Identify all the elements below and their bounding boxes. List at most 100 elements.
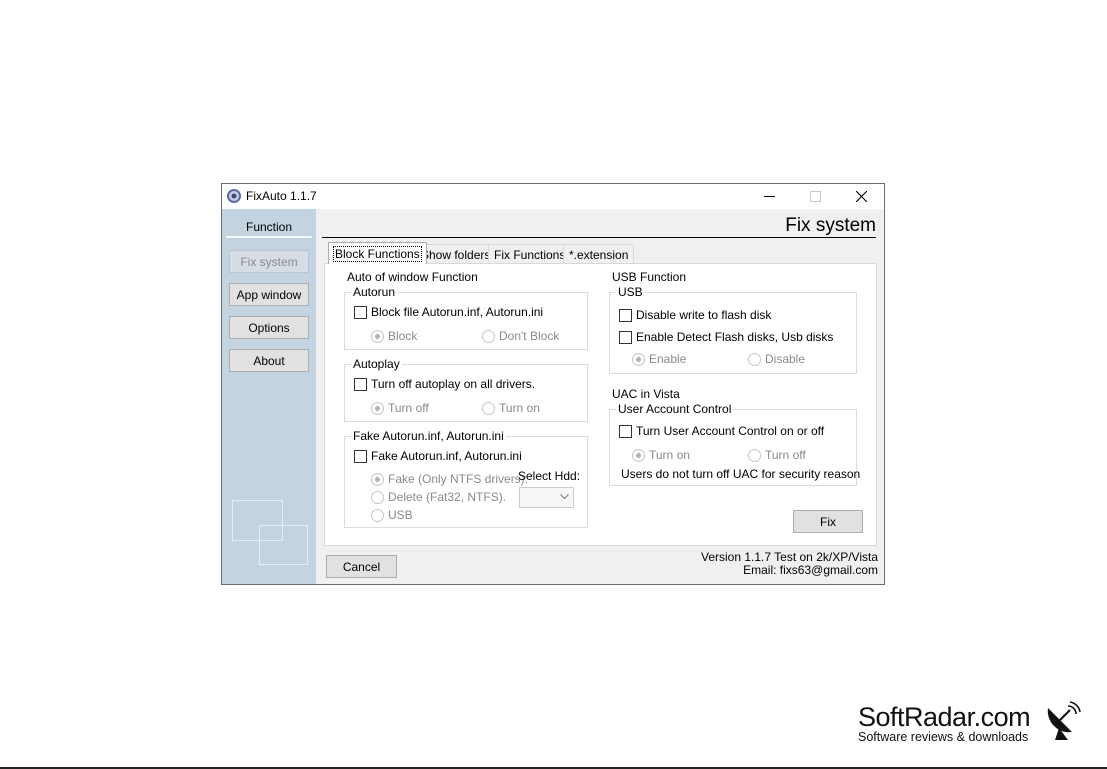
radio-label: Turn on bbox=[649, 448, 690, 462]
options-button[interactable]: Options bbox=[229, 316, 309, 339]
autorun-group: Autorun Block file Autorun.inf, Autorun.… bbox=[344, 285, 588, 350]
maximize-button[interactable] bbox=[792, 184, 838, 209]
checkbox-box bbox=[354, 377, 367, 391]
radio-dot bbox=[371, 329, 384, 343]
fix-system-button[interactable]: Fix system bbox=[229, 250, 309, 273]
radio-label: Fake (Only NTFS drivers). bbox=[388, 472, 529, 486]
softradar-watermark: SoftRadar.com Software reviews & downloa… bbox=[858, 702, 1031, 744]
checkbox-box bbox=[619, 330, 632, 344]
checkbox-label: Block file Autorun.inf, Autorun.ini bbox=[371, 305, 544, 319]
radio-label: Block bbox=[388, 329, 418, 343]
tab-label: Block Functions bbox=[333, 245, 422, 262]
minimize-icon bbox=[763, 196, 775, 197]
radio-dot bbox=[371, 490, 384, 504]
radio-label: Enable bbox=[649, 352, 687, 366]
radio-usb[interactable]: USB bbox=[371, 508, 413, 522]
window-title: FixAuto 1.1.7 bbox=[246, 189, 317, 203]
radio-block[interactable]: Block bbox=[371, 329, 417, 343]
tab-extension[interactable]: *.extension bbox=[563, 244, 635, 264]
section-title-usb: USB Function bbox=[612, 270, 687, 284]
uac-group: User Account Control Turn User Account C… bbox=[609, 402, 861, 486]
group-legend: Fake Autorun.inf, Autorun.ini bbox=[351, 429, 506, 443]
radio-enable[interactable]: Enable bbox=[632, 352, 686, 366]
title-divider bbox=[322, 237, 876, 238]
email-line: Email: fixs63@gmail.com bbox=[743, 563, 878, 577]
sidebar-divider bbox=[226, 236, 312, 238]
autorun-checkbox[interactable]: Block file Autorun.inf, Autorun.ini bbox=[354, 305, 543, 319]
radio-turn-off[interactable]: Turn off bbox=[371, 401, 429, 415]
uac-note: Users do not turn off UAC for security r… bbox=[621, 467, 861, 481]
tab-label: Fix Functions bbox=[494, 247, 566, 262]
checkbox-label: Turn off autoplay on all drivers. bbox=[371, 377, 536, 391]
app-window: FixAuto 1.1.7 Function Fix system App wi… bbox=[221, 183, 885, 585]
radio-dot bbox=[482, 401, 495, 415]
title-bar[interactable]: FixAuto 1.1.7 bbox=[222, 184, 884, 209]
radio-uac-turn-off[interactable]: Turn off bbox=[748, 448, 806, 462]
group-legend: Autorun bbox=[351, 285, 398, 299]
watermark-name: SoftRadar.com bbox=[858, 702, 1031, 732]
detect-flash-checkbox[interactable]: Enable Detect Flash disks, Usb disks bbox=[619, 330, 833, 344]
section-title-auto: Auto of window Function bbox=[347, 270, 478, 284]
block-functions-panel: Auto of window Function Autorun Block fi… bbox=[324, 263, 877, 546]
uac-checkbox[interactable]: Turn User Account Control on or off bbox=[619, 424, 824, 438]
usb-group: USB Disable write to flash disk Enable D… bbox=[609, 285, 857, 374]
radio-label: Turn off bbox=[765, 448, 806, 462]
group-legend: User Account Control bbox=[616, 402, 734, 416]
minimize-button[interactable] bbox=[746, 184, 792, 209]
checkbox-box bbox=[619, 308, 632, 322]
radio-dot bbox=[748, 352, 761, 366]
tab-label: Show folders bbox=[421, 247, 491, 262]
cancel-button[interactable]: Cancel bbox=[326, 555, 397, 578]
radio-uac-turn-on[interactable]: Turn on bbox=[632, 448, 690, 462]
checkbox-label: Fake Autorun.inf, Autorun.ini bbox=[371, 449, 522, 463]
radio-dot bbox=[371, 472, 384, 486]
checkbox-label: Enable Detect Flash disks, Usb disks bbox=[636, 330, 834, 344]
tab-show-folders[interactable]: Show folders bbox=[415, 244, 497, 264]
maximize-icon bbox=[809, 191, 821, 202]
group-legend: Autoplay bbox=[351, 357, 402, 371]
radio-label: USB bbox=[388, 508, 413, 522]
function-sidebar: Function Fix system App window Options A… bbox=[222, 209, 316, 584]
fix-button[interactable]: Fix bbox=[793, 510, 863, 533]
checkbox-label: Turn User Account Control on or off bbox=[636, 424, 825, 438]
radio-dot bbox=[632, 352, 645, 366]
radio-disable[interactable]: Disable bbox=[748, 352, 805, 366]
autoplay-checkbox[interactable]: Turn off autoplay on all drivers. bbox=[354, 377, 535, 391]
close-icon bbox=[855, 191, 867, 202]
app-window-button[interactable]: App window bbox=[229, 283, 309, 306]
checkbox-label: Disable write to flash disk bbox=[636, 308, 772, 322]
radio-dot bbox=[371, 401, 384, 415]
fake-autorun-group: Fake Autorun.inf, Autorun.ini Fake Autor… bbox=[344, 429, 588, 528]
tab-block-functions[interactable]: Block Functions bbox=[328, 242, 427, 264]
checkbox-box bbox=[354, 449, 367, 463]
group-legend: USB bbox=[616, 285, 645, 299]
about-button[interactable]: About bbox=[229, 349, 309, 372]
section-title-uac: UAC in Vista bbox=[612, 387, 680, 401]
radio-label: Don't Block bbox=[499, 329, 560, 343]
fake-autorun-checkbox[interactable]: Fake Autorun.inf, Autorun.ini bbox=[354, 449, 522, 463]
checkbox-box bbox=[619, 424, 632, 438]
radio-label: Turn on bbox=[499, 401, 540, 415]
autoplay-group: Autoplay Turn off autoplay on all driver… bbox=[344, 357, 588, 422]
select-hdd-dropdown[interactable] bbox=[519, 487, 574, 508]
radio-fake-ntfs[interactable]: Fake (Only NTFS drivers). bbox=[371, 472, 528, 486]
main-content: Fix system Block Functions Show folders … bbox=[316, 209, 884, 584]
radio-dot bbox=[748, 448, 761, 462]
app-gear-icon bbox=[227, 189, 241, 203]
radio-turn-on[interactable]: Turn on bbox=[482, 401, 540, 415]
page-title: Fix system bbox=[785, 215, 876, 236]
radio-delete-fat32[interactable]: Delete (Fat32, NTFS). bbox=[371, 490, 506, 504]
disable-write-checkbox[interactable]: Disable write to flash disk bbox=[619, 308, 771, 322]
radio-dont-block[interactable]: Don't Block bbox=[482, 329, 559, 343]
radio-dot bbox=[371, 508, 384, 522]
radio-label: Disable bbox=[765, 352, 806, 366]
tab-fix-functions[interactable]: Fix Functions bbox=[488, 244, 572, 264]
radio-label: Turn off bbox=[388, 401, 429, 415]
close-button[interactable] bbox=[838, 184, 884, 209]
decorative-frame bbox=[259, 525, 308, 565]
radio-label: Delete (Fat32, NTFS). bbox=[388, 490, 507, 504]
sidebar-header: Function bbox=[245, 220, 293, 234]
checkbox-box bbox=[354, 305, 367, 319]
radio-dot bbox=[482, 329, 495, 343]
watermark-tagline: Software reviews & downloads bbox=[858, 730, 1029, 744]
